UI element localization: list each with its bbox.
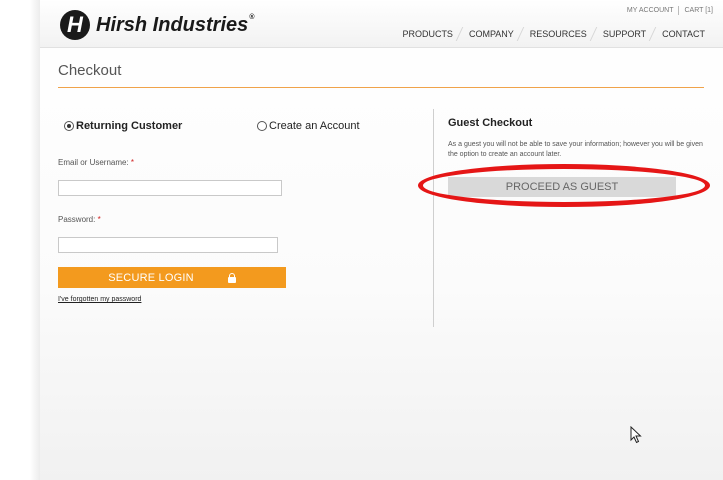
- my-account-link[interactable]: MY ACCOUNT: [627, 7, 674, 14]
- util-nav-separator: [678, 6, 680, 15]
- create-account-radio[interactable]: [257, 121, 267, 131]
- page-edge-shadow: [30, 0, 40, 480]
- brand-name: Hirsh Industries®: [96, 13, 255, 36]
- guest-checkout-description: As a guest you will not be able to save …: [448, 141, 703, 158]
- title-underline: [58, 87, 704, 88]
- utility-nav: MY ACCOUNT CART [1]: [627, 6, 713, 15]
- nav-products[interactable]: PRODUCTS: [394, 29, 461, 39]
- create-account-option[interactable]: Create an Account: [257, 120, 360, 132]
- nav-contact[interactable]: CONTACT: [654, 29, 713, 39]
- page-container: H Hirsh Industries® MY ACCOUNT CART [1] …: [40, 0, 723, 480]
- mouse-pointer-icon: [630, 425, 642, 449]
- logo-mark-icon: H: [60, 10, 90, 40]
- returning-customer-label: Returning Customer: [76, 120, 183, 132]
- forgot-password-link[interactable]: I've forgotten my password: [58, 296, 141, 303]
- returning-customer-option[interactable]: Returning Customer: [64, 120, 182, 132]
- lock-icon: [227, 273, 236, 283]
- cart-link[interactable]: CART [1]: [684, 7, 713, 14]
- page-title: Checkout: [58, 62, 122, 79]
- secure-login-button[interactable]: SECURE LOGIN: [58, 267, 286, 288]
- site-header: H Hirsh Industries® MY ACCOUNT CART [1] …: [40, 0, 723, 48]
- brand-logo[interactable]: H Hirsh Industries®: [60, 10, 254, 40]
- required-asterisk: *: [97, 215, 101, 224]
- main-nav: PRODUCTS COMPANY RESOURCES SUPPORT CONTA…: [394, 29, 713, 39]
- password-label: Password: *: [58, 215, 101, 224]
- radio-selected-dot: [67, 124, 71, 128]
- required-asterisk: *: [130, 158, 135, 167]
- create-account-label: Create an Account: [269, 120, 360, 132]
- secure-login-label: SECURE LOGIN: [108, 271, 194, 284]
- nav-company[interactable]: COMPANY: [461, 29, 522, 39]
- guest-checkout-title: Guest Checkout: [448, 117, 533, 129]
- email-field[interactable]: [58, 180, 282, 196]
- nav-resources[interactable]: RESOURCES: [522, 29, 595, 39]
- email-label: Email or Username: *: [58, 158, 135, 167]
- nav-support[interactable]: SUPPORT: [595, 29, 654, 39]
- returning-customer-radio[interactable]: [64, 121, 74, 131]
- column-divider: [433, 109, 434, 327]
- password-field[interactable]: [58, 237, 278, 253]
- red-highlight-annotation: [418, 164, 710, 207]
